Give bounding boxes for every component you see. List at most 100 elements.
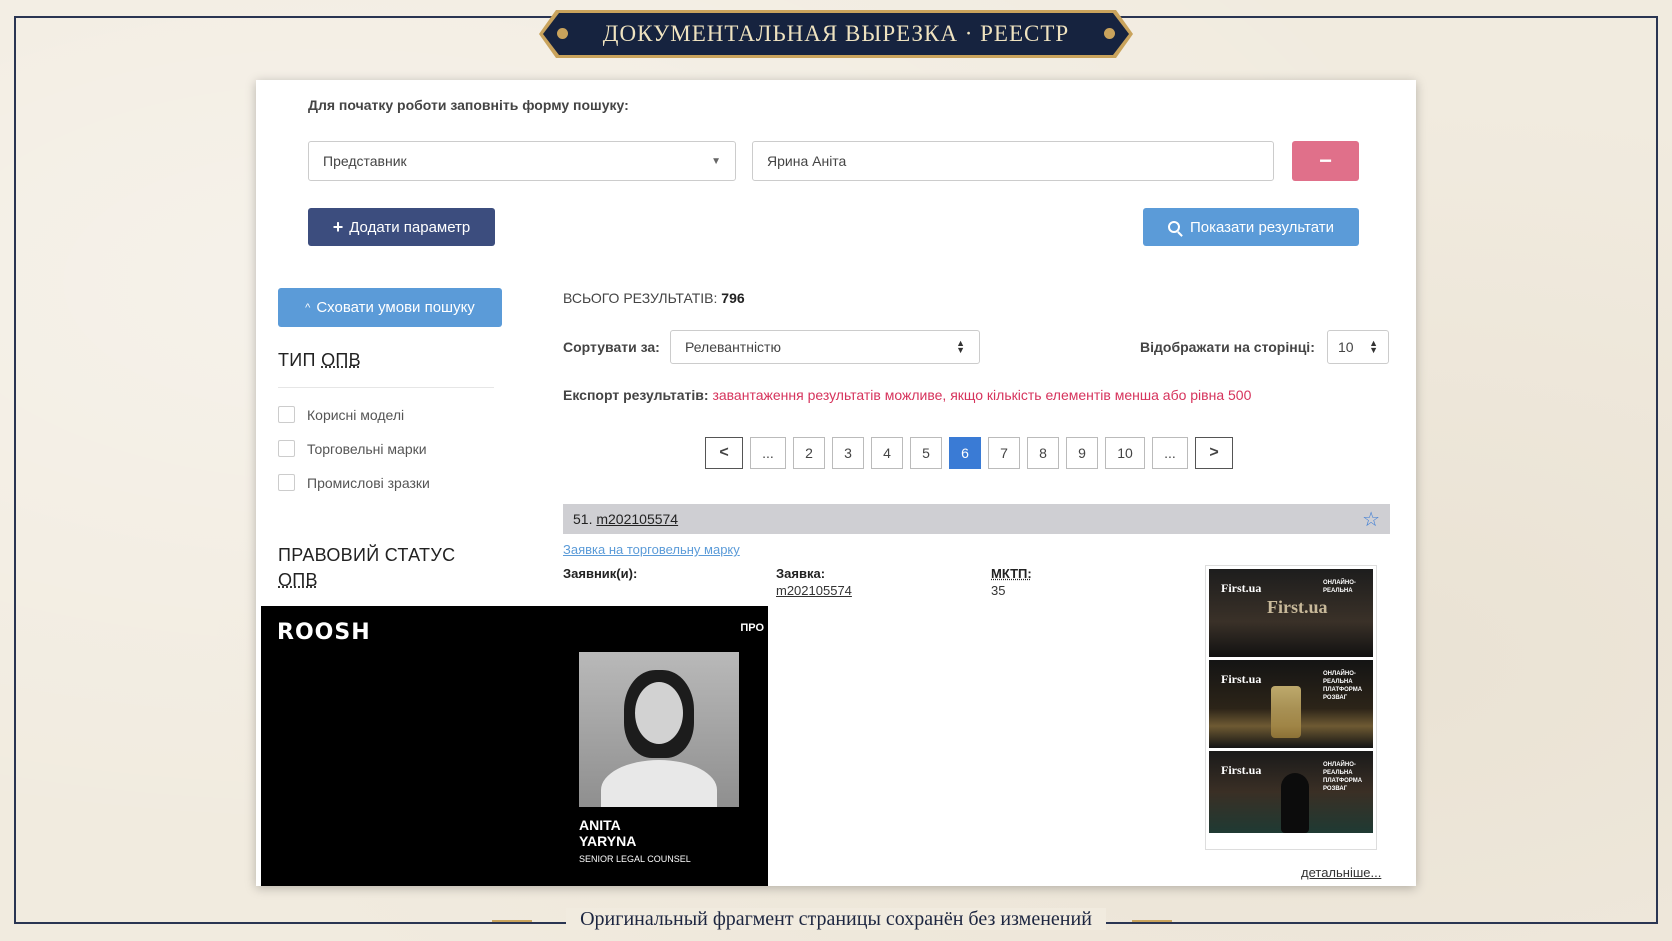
- page-8[interactable]: 8: [1027, 437, 1059, 469]
- overlay-role: SENIOR LEGAL COUNSEL: [579, 854, 691, 864]
- updown-icon: ▲ ▼: [1369, 338, 1378, 355]
- param-value-input[interactable]: Ярина Аніта: [752, 141, 1274, 181]
- trademark-thumb: First.ua ОНЛАЙНО-РЕАЛЬНА First.ua: [1209, 569, 1373, 657]
- footer-line-left: [492, 920, 532, 922]
- add-param-label: Додати параметр: [349, 218, 471, 236]
- shoulders-shape: [601, 760, 717, 807]
- application-label: Заявка:: [776, 566, 826, 581]
- type-checkbox-utility[interactable]: Корисні моделі: [278, 406, 404, 423]
- footer-caption: Оригинальный фрагмент страницы сохранён …: [0, 908, 1672, 931]
- page-10[interactable]: 10: [1105, 437, 1145, 469]
- export-row: Експорт результатів: завантаження резуль…: [563, 387, 1251, 403]
- total-value: 796: [721, 290, 745, 306]
- hide-conditions-button[interactable]: ^ Сховати умови пошуку: [278, 288, 502, 327]
- star-icon[interactable]: ☆: [1362, 507, 1380, 532]
- type-heading: ТИП ОПВ: [278, 350, 361, 371]
- type-heading-prefix: ТИП: [278, 350, 322, 370]
- hide-conditions-label: Сховати умови пошуку: [316, 299, 475, 316]
- roosh-logo: ROOSH: [277, 620, 371, 645]
- show-results-button[interactable]: Показати результати: [1143, 208, 1359, 246]
- footer-line-right: [1132, 920, 1172, 922]
- export-note: завантаження результатів можливе, якщо к…: [712, 387, 1252, 403]
- thumb-brand: First.ua: [1221, 763, 1262, 777]
- status-heading-line1: ПРАВОВИЙ СТАТУС: [278, 545, 456, 565]
- thumb-brand-large: First.ua: [1267, 597, 1328, 617]
- thumb-caption: ОНЛАЙНО-РЕАЛЬНА ПЛАТФОРМА РОЗВАГ: [1323, 762, 1363, 792]
- page-9[interactable]: 9: [1066, 437, 1098, 469]
- checkbox[interactable]: [278, 440, 295, 457]
- result-number-link[interactable]: m202105574: [596, 511, 678, 527]
- trademark-image[interactable]: First.ua ОНЛАЙНО-РЕАЛЬНА First.ua First.…: [1205, 565, 1377, 850]
- thumb-brand: First.ua: [1221, 581, 1262, 595]
- page-5[interactable]: 5: [910, 437, 942, 469]
- result-header: 51. m202105574 ☆: [563, 504, 1390, 534]
- overlay-name: ANITA YARYNA: [579, 817, 636, 849]
- checkbox-label: Промислові зразки: [307, 474, 430, 491]
- remove-param-button[interactable]: −: [1292, 141, 1359, 181]
- pagination: < ... 2 3 4 5 6 7 8 9 10 ... >: [705, 437, 1233, 469]
- profile-overlay: ROOSH ПРО ANITA YARYNA SENIOR LEGAL COUN…: [261, 606, 768, 886]
- type-checkbox-trademark[interactable]: Торговельні марки: [278, 440, 427, 457]
- sort-select[interactable]: Релевантністю ▲ ▼: [670, 330, 980, 364]
- chevron-left-icon: <: [719, 444, 729, 461]
- status-heading: ПРАВОВИЙ СТАТУС ОПВ: [278, 543, 455, 593]
- type-link[interactable]: Заявка на торговельну марку: [563, 542, 740, 557]
- page-6-current[interactable]: 6: [949, 437, 981, 469]
- thumb-brand: First.ua: [1221, 672, 1262, 686]
- trademark-thumb: First.ua ОНЛАЙНО-РЕАЛЬНА ПЛАТФОРМА РОЗВА…: [1209, 660, 1373, 748]
- param-value-text: Ярина Аніта: [767, 153, 847, 169]
- status-heading-abbr: ОПВ: [278, 570, 318, 590]
- banner: ДОКУМЕНТАЛЬНАЯ ВЫРЕЗКА · РЕЕСТР: [543, 13, 1129, 55]
- type-heading-abbr: ОПВ: [321, 350, 361, 370]
- footer-caption-text: Оригинальный фрагмент страницы сохранён …: [566, 908, 1106, 930]
- page-2[interactable]: 2: [793, 437, 825, 469]
- details-link[interactable]: детальніше...: [1301, 865, 1381, 880]
- page-7[interactable]: 7: [988, 437, 1020, 469]
- total-label: ВСЬОГО РЕЗУЛЬТАТІВ:: [563, 290, 718, 306]
- show-results-label: Показати результати: [1189, 218, 1335, 236]
- overlay-name-line1: ANITA: [579, 817, 621, 833]
- result-index: 51.: [573, 511, 593, 527]
- thumb-caption: ОНЛАЙНО-РЕАЛЬНА: [1323, 580, 1356, 594]
- per-page-value: 10: [1338, 339, 1354, 355]
- person-shape: [1281, 773, 1309, 833]
- checkbox[interactable]: [278, 406, 295, 423]
- chevron-right-icon: >: [1209, 444, 1219, 461]
- page-4[interactable]: 4: [871, 437, 903, 469]
- type-checkbox-design[interactable]: Промислові зразки: [278, 474, 430, 491]
- param-select-value: Представник: [323, 153, 407, 169]
- next-page-button[interactable]: >: [1195, 437, 1233, 469]
- face-shape: [635, 682, 683, 744]
- add-param-button[interactable]: + Додати параметр: [308, 208, 495, 246]
- minus-icon: −: [1319, 148, 1332, 173]
- search-icon: [1167, 221, 1183, 237]
- updown-icon: ▲ ▼: [956, 338, 965, 355]
- applicant-label: Заявник(и):: [563, 566, 638, 581]
- plus-icon: +: [332, 216, 344, 237]
- checkbox-label: Торговельні марки: [307, 440, 427, 457]
- page-ellipsis-left[interactable]: ...: [750, 437, 786, 469]
- mktp-value: 35: [991, 583, 1006, 598]
- param-select[interactable]: Представник ▼: [308, 141, 736, 181]
- page-3[interactable]: 3: [832, 437, 864, 469]
- sort-label: Сортувати за:: [563, 339, 660, 355]
- checkbox[interactable]: [278, 474, 295, 491]
- banner-title: ДОКУМЕНТАЛЬНАЯ ВЫРЕЗКА · РЕЕСТР: [602, 21, 1070, 46]
- overlay-name-line2: YARYNA: [579, 833, 637, 849]
- caret-down-icon: ▼: [711, 155, 721, 167]
- mktp-label: МКТП:: [991, 566, 1032, 581]
- checkbox-label: Корисні моделі: [307, 406, 405, 423]
- application-link[interactable]: m202105574: [776, 583, 852, 598]
- profile-photo: [579, 652, 739, 807]
- per-page-select[interactable]: 10 ▲ ▼: [1327, 330, 1389, 364]
- result-title: 51. m202105574: [573, 511, 678, 527]
- per-page-label: Відображати на сторінці:: [1140, 339, 1315, 355]
- trademark-thumb: First.ua ОНЛАЙНО-РЕАЛЬНА ПЛАТФОРМА РОЗВА…: [1209, 751, 1373, 833]
- banner-dot-left: [557, 28, 568, 39]
- chevron-up-icon: ^: [305, 301, 311, 314]
- page-ellipsis-right[interactable]: ...: [1152, 437, 1188, 469]
- prev-page-button[interactable]: <: [705, 437, 743, 469]
- total-results: ВСЬОГО РЕЗУЛЬТАТІВ: 796: [563, 290, 745, 306]
- banner-dot-right: [1104, 28, 1115, 39]
- glass-shape: [1271, 686, 1301, 738]
